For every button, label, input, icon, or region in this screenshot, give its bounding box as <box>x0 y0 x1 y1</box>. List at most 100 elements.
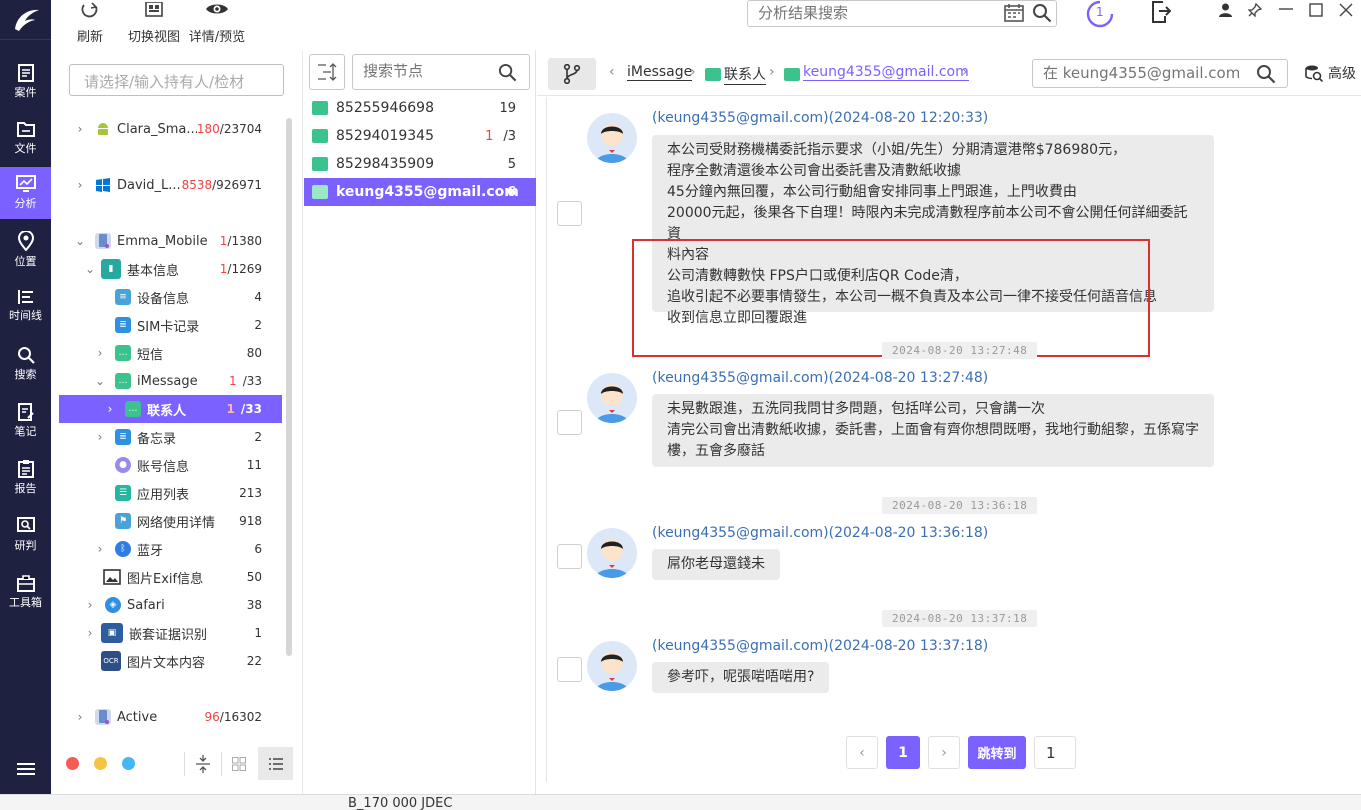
rail-item-location[interactable]: 位置 <box>0 224 51 276</box>
grid-view-icon[interactable] <box>232 757 246 771</box>
chevron-right-icon[interactable]: › <box>93 542 107 556</box>
tree-node-imessage[interactable]: ⌄ … iMessage 1/33 <box>59 367 282 395</box>
analysis-search-input[interactable] <box>758 1 998 25</box>
conversation-search-input[interactable] <box>1043 60 1239 86</box>
rail-item-judge[interactable]: 研判 <box>0 509 51 561</box>
details-preview-button[interactable]: 详情/预览 <box>186 0 248 45</box>
chevron-right-icon[interactable]: › <box>73 122 87 136</box>
rail-item-file[interactable]: 文件 <box>0 112 51 164</box>
menu-button[interactable] <box>0 752 51 786</box>
nested-evidence-icon: ▣ <box>101 623 123 643</box>
tree-node-emma[interactable]: ⌄ Emma_Mobile... 1/1380 <box>59 227 282 255</box>
tree-node-nested-evidence[interactable]: › ▣ 嵌套证据识别 1 <box>59 619 282 647</box>
chevron-right-icon[interactable]: › <box>73 178 87 192</box>
chevron-right-icon[interactable]: › <box>73 710 87 724</box>
pin-icon[interactable] <box>1248 3 1262 17</box>
breadcrumb-item[interactable]: 联系人 <box>724 64 766 85</box>
prev-page-button[interactable]: ‹ <box>846 736 878 769</box>
search-icon[interactable] <box>1032 3 1052 23</box>
node-item-selected[interactable]: keung4355@gmail.com 6 <box>304 178 536 206</box>
chevron-right-icon[interactable]: › <box>93 346 107 360</box>
list-view-button[interactable] <box>258 747 293 780</box>
sort-button[interactable] <box>309 54 345 90</box>
breadcrumb-current[interactable]: keung4355@gmail.com <box>803 64 969 81</box>
tree-node-account[interactable]: ● 账号信息 11 <box>59 451 282 479</box>
user-icon[interactable] <box>1219 3 1232 17</box>
node-item[interactable]: 85255946698 19 <box>304 94 536 122</box>
chevron-right-icon[interactable]: › <box>83 598 97 612</box>
tree-node-basic-info[interactable]: ⌄ ▮ 基本信息 1/1269 <box>59 255 282 283</box>
tree-node-clara[interactable]: › Clara_Sma... 180/23704 <box>59 115 282 143</box>
message-checkbox[interactable] <box>557 657 582 682</box>
task-progress-indicator[interactable]: 1 <box>1086 0 1114 28</box>
message-checkbox[interactable] <box>557 544 582 569</box>
avatar <box>587 528 637 578</box>
status-bar: B_170 000 JDEC <box>0 794 1361 810</box>
message-bubble[interactable]: 參考吓，呢張啱唔啱用? <box>652 662 830 693</box>
chevron-right-icon[interactable]: › <box>103 402 117 416</box>
node-item[interactable]: 85294019345 1/3 <box>304 122 536 150</box>
page-number-current[interactable]: 1 <box>886 736 920 769</box>
rail-item-toolbox[interactable]: 工具箱 <box>0 566 51 618</box>
tree-node-bluetooth[interactable]: › ᛒ 蓝牙 6 <box>59 535 282 563</box>
advanced-search-button[interactable]: 高级 <box>1305 63 1356 83</box>
red-filter-dot[interactable] <box>66 757 79 770</box>
rail-item-report[interactable]: 报告 <box>0 452 51 504</box>
tree-node-label: 基本信息 <box>127 263 180 279</box>
chevron-right-icon: › <box>941 744 947 761</box>
tree-scrollbar[interactable] <box>286 118 292 656</box>
rail-item-notes[interactable]: 笔记 <box>0 395 51 447</box>
rail-item-analysis[interactable]: 分析 <box>0 167 51 219</box>
message-bubble[interactable]: 未晃數跟進，五洗同我問甘多問題，包括咩公司，只會講一次 清完公司會出清數紙收據，… <box>652 394 1214 467</box>
tree-node-count: 1 <box>254 626 262 640</box>
rail-item-search[interactable]: 搜索 <box>0 338 51 390</box>
rail-item-timeline[interactable]: 时间线 <box>0 280 51 332</box>
close-icon[interactable] <box>1339 3 1353 17</box>
next-page-button[interactable]: › <box>928 736 960 769</box>
blue-filter-dot[interactable] <box>122 757 135 770</box>
refresh-button[interactable]: 刷新 <box>74 0 106 45</box>
jump-page-input[interactable]: 1 <box>1034 736 1076 769</box>
branch-view-button[interactable] <box>548 58 596 90</box>
collapse-all-icon[interactable] <box>196 755 210 773</box>
calendar-icon[interactable] <box>1004 4 1024 22</box>
tree-node-network[interactable]: ⚑ 网络使用详情 918 <box>59 507 282 535</box>
export-icon[interactable] <box>1151 1 1171 23</box>
rail-item-case[interactable]: 案件 <box>0 56 51 108</box>
maximize-icon[interactable] <box>1309 3 1323 17</box>
tree-node-sim-records[interactable]: ≣ SIM卡记录 2 <box>59 311 282 339</box>
switch-view-button[interactable]: 切换视图 <box>124 0 184 45</box>
tree-node-memo[interactable]: › ≣ 备忘录 2 <box>59 423 282 451</box>
tree-node-app-list[interactable]: ☰ 应用列表 213 <box>59 479 282 507</box>
node-item[interactable]: 85298435909 5 <box>304 150 536 178</box>
jump-to-button[interactable]: 跳转到 <box>968 736 1026 769</box>
chevron-down-icon[interactable]: ⌄ <box>93 374 107 388</box>
chevron-down-icon[interactable]: ⌄ <box>83 262 97 276</box>
chevron-right-icon[interactable]: › <box>93 430 107 444</box>
message-checkbox[interactable] <box>557 410 582 435</box>
message-checkbox[interactable] <box>557 201 582 226</box>
breadcrumb-forward-icon[interactable]: › <box>962 64 968 80</box>
refresh-icon <box>81 2 98 18</box>
tree-node-device-info[interactable]: ≡ 设备信息 4 <box>59 283 282 311</box>
search-icon[interactable] <box>1256 64 1276 84</box>
owner-select[interactable]: 请选择/输入持有人/检材 <box>69 64 284 96</box>
message-bubble[interactable]: 屌你老母還錢未 <box>652 549 780 580</box>
breadcrumb-back-icon[interactable]: ‹ <box>609 64 615 80</box>
tree-node-active[interactable]: › Active 96/16302 <box>59 703 282 731</box>
chevron-right-icon[interactable]: › <box>83 626 97 640</box>
tree-node-sms[interactable]: › … 短信 80 <box>59 339 282 367</box>
tree-node-safari[interactable]: › ◈ Safari 38 <box>59 591 282 619</box>
node-count: 6 <box>506 184 516 200</box>
breadcrumb-item[interactable]: iMessage <box>627 64 693 81</box>
tree-node-count: 2 <box>254 430 262 444</box>
tree-node-image-exif[interactable]: 图片Exif信息 50 <box>59 563 282 591</box>
minimize-icon[interactable] <box>1279 8 1293 10</box>
yellow-filter-dot[interactable] <box>94 757 107 770</box>
search-icon[interactable] <box>498 63 517 82</box>
node-search-input[interactable] <box>363 55 493 87</box>
chevron-down-icon[interactable]: ⌄ <box>73 234 87 248</box>
tree-node-contacts[interactable]: › … 联系人 1/33 <box>59 395 282 423</box>
tree-node-ocr-text[interactable]: OCR 图片文本内容 22 <box>59 647 282 675</box>
tree-node-david[interactable]: › David_L... 8538/926971 <box>59 171 282 199</box>
